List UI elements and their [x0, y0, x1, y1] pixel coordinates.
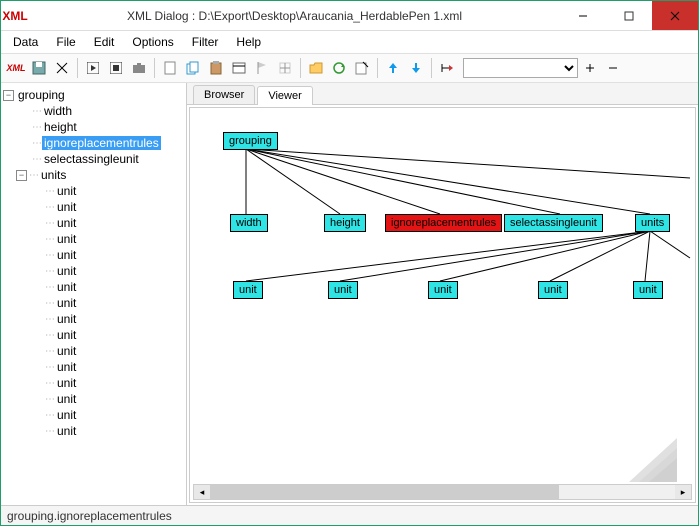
- menu-data[interactable]: Data: [5, 33, 46, 51]
- props-icon[interactable]: [228, 57, 250, 79]
- node-units[interactable]: units: [635, 214, 670, 232]
- tree-item[interactable]: ⋯width: [3, 103, 184, 119]
- tree-item[interactable]: ⋯height: [3, 119, 184, 135]
- node-height[interactable]: height: [324, 214, 366, 232]
- tree-item[interactable]: ⋯unit: [3, 215, 184, 231]
- stop-icon[interactable]: [105, 57, 127, 79]
- menu-options[interactable]: Options: [124, 33, 181, 51]
- tree-item[interactable]: ⋯unit: [3, 295, 184, 311]
- tree-root[interactable]: −grouping: [3, 87, 184, 103]
- down-arrow-icon[interactable]: [405, 57, 427, 79]
- grid-icon[interactable]: [274, 57, 296, 79]
- tree-item[interactable]: ⋯selectassingleunit: [3, 151, 184, 167]
- tree-units[interactable]: −⋯units: [3, 167, 184, 183]
- remove-icon[interactable]: [602, 57, 624, 79]
- statusbar: grouping.ignoreplacementrules: [1, 505, 698, 525]
- titlebar: XML XML Dialog : D:\Export\Desktop\Arauc…: [1, 1, 698, 31]
- scroll-right-icon[interactable]: ▸: [675, 485, 691, 499]
- node-unit[interactable]: unit: [428, 281, 458, 299]
- toolbar: XML: [1, 53, 698, 83]
- scroll-left-icon[interactable]: ◂: [194, 485, 210, 499]
- tree-item[interactable]: ⋯unit: [3, 327, 184, 343]
- tree-item[interactable]: ⋯unit: [3, 183, 184, 199]
- horizontal-scrollbar[interactable]: ◂ ▸: [193, 484, 692, 500]
- menu-filter[interactable]: Filter: [184, 33, 227, 51]
- tree-item[interactable]: ⋯ignoreplacementrules: [3, 135, 184, 151]
- node-unit[interactable]: unit: [233, 281, 263, 299]
- folder-icon[interactable]: [305, 57, 327, 79]
- selector-combo[interactable]: [463, 58, 578, 78]
- menu-file[interactable]: File: [48, 33, 83, 51]
- tree-item[interactable]: ⋯unit: [3, 391, 184, 407]
- tree-pane[interactable]: −grouping ⋯width⋯height⋯ignoreplacementr…: [1, 83, 187, 505]
- up-arrow-icon[interactable]: [382, 57, 404, 79]
- node-unit[interactable]: unit: [538, 281, 568, 299]
- node-width[interactable]: width: [230, 214, 268, 232]
- node-ignoreplacementrules[interactable]: ignoreplacementrules: [385, 214, 502, 232]
- app-icon: XML: [7, 8, 23, 24]
- tree-item[interactable]: ⋯unit: [3, 311, 184, 327]
- tree-item[interactable]: ⋯unit: [3, 279, 184, 295]
- window-title: XML Dialog : D:\Export\Desktop\Araucania…: [29, 9, 560, 23]
- tree-item[interactable]: ⋯unit: [3, 231, 184, 247]
- node-grouping[interactable]: grouping: [223, 132, 278, 150]
- tree-item[interactable]: ⋯unit: [3, 407, 184, 423]
- tree-item[interactable]: ⋯unit: [3, 199, 184, 215]
- menu-help[interactable]: Help: [228, 33, 269, 51]
- flag-icon[interactable]: [251, 57, 273, 79]
- menu-edit[interactable]: Edit: [86, 33, 123, 51]
- tab-browser[interactable]: Browser: [193, 85, 255, 104]
- maximize-button[interactable]: [606, 1, 652, 30]
- node-selectassingleunit[interactable]: selectassingleunit: [504, 214, 603, 232]
- save-icon[interactable]: [28, 57, 50, 79]
- watermark-icon: [629, 438, 677, 482]
- tree-item[interactable]: ⋯unit: [3, 359, 184, 375]
- play-icon[interactable]: [82, 57, 104, 79]
- tab-viewer[interactable]: Viewer: [257, 86, 312, 105]
- paste-icon[interactable]: [205, 57, 227, 79]
- graph-edges: [190, 108, 696, 503]
- scroll-thumb[interactable]: [210, 485, 559, 499]
- tree-item[interactable]: ⋯unit: [3, 263, 184, 279]
- node-unit[interactable]: unit: [328, 281, 358, 299]
- menubar: Data File Edit Options Filter Help: [1, 31, 698, 53]
- add-icon[interactable]: [579, 57, 601, 79]
- status-path: grouping.ignoreplacementrules: [7, 509, 172, 523]
- minimize-button[interactable]: [560, 1, 606, 30]
- tree-item[interactable]: ⋯unit: [3, 423, 184, 439]
- tree-item[interactable]: ⋯unit: [3, 375, 184, 391]
- close-button[interactable]: [652, 1, 698, 30]
- copy-icon[interactable]: [182, 57, 204, 79]
- goto-icon[interactable]: [436, 57, 458, 79]
- node-unit[interactable]: unit: [633, 281, 663, 299]
- xml-view-button[interactable]: XML: [5, 57, 27, 79]
- reload-icon[interactable]: [328, 57, 350, 79]
- new-doc-icon[interactable]: [159, 57, 181, 79]
- tree-item[interactable]: ⋯unit: [3, 247, 184, 263]
- graph-viewer[interactable]: grouping width height ignoreplacementrul…: [189, 107, 696, 503]
- tree-item[interactable]: ⋯unit: [3, 343, 184, 359]
- camera-icon[interactable]: [128, 57, 150, 79]
- edit-icon[interactable]: [351, 57, 373, 79]
- delete-icon[interactable]: [51, 57, 73, 79]
- tab-bar: Browser Viewer: [187, 83, 698, 105]
